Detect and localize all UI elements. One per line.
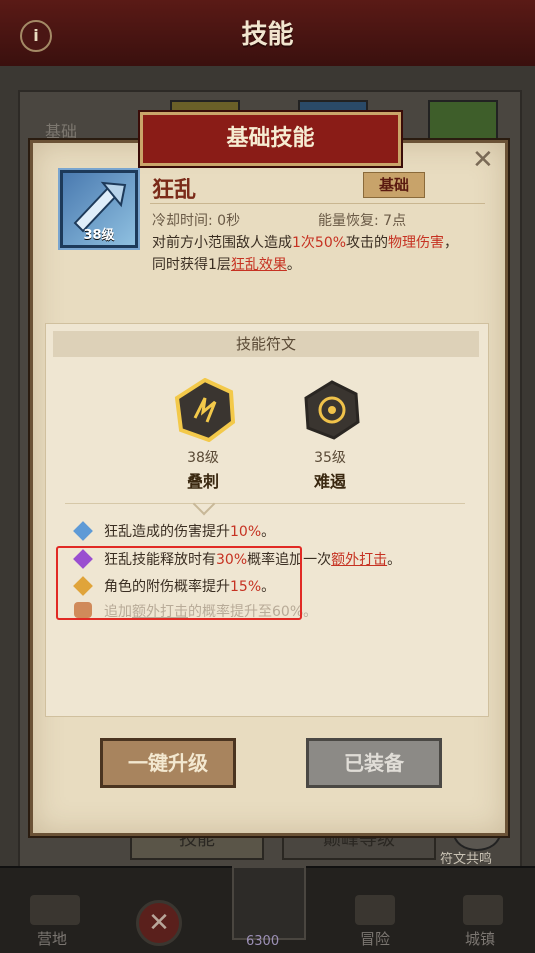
- modal-close-icon[interactable]: ✕: [472, 145, 494, 175]
- rune-2-level: 35级: [314, 450, 346, 466]
- skill-name: 狂乱: [152, 178, 197, 203]
- skill-level: 38级: [83, 228, 115, 243]
- rune-resonance-label: 符文共鸣: [440, 852, 493, 867]
- info-icon[interactable]: i: [20, 20, 52, 52]
- rune-heading: 技能符文: [53, 331, 479, 357]
- central-skill-icon[interactable]: [232, 866, 306, 940]
- skill-type-badge: 基础: [363, 172, 425, 198]
- close-icon[interactable]: ✕: [136, 900, 182, 946]
- divider: [65, 503, 465, 504]
- rune-1-icon: [174, 377, 236, 443]
- rune-2[interactable]: [300, 378, 360, 440]
- top-bar: 技能: [0, 0, 535, 69]
- equipped-button[interactable]: 已装备: [306, 738, 442, 788]
- skill-cooldown: 冷却时间: 0秒: [152, 213, 241, 229]
- skill-energy: 能量恢复: 7点: [318, 213, 407, 229]
- rune-panel: [45, 323, 489, 717]
- skill-description: 对前方小范围敌人造成1次50%攻击的物理伤害，同时获得1层狂乱效果。: [152, 235, 459, 273]
- nav-adventure[interactable]: 冒险: [360, 928, 390, 949]
- nav-camp[interactable]: 营地: [37, 928, 67, 949]
- rune-2-name: 难遏: [313, 472, 346, 491]
- bg-tab-base[interactable]: 基础: [45, 118, 77, 142]
- frenzy-effect-link[interactable]: 狂乱效果: [231, 257, 287, 273]
- modal-banner: 基础技能: [140, 112, 401, 166]
- camp-icon[interactable]: [30, 895, 80, 925]
- skill-icon: 38级: [60, 170, 138, 248]
- divider: [150, 203, 485, 204]
- rune-2-icon: [304, 380, 360, 440]
- highlight-box: [56, 546, 302, 620]
- town-icon[interactable]: [463, 895, 503, 925]
- bg-skill-slot-3[interactable]: [428, 100, 498, 144]
- nav-town[interactable]: 城镇: [465, 928, 495, 949]
- adventure-icon[interactable]: [355, 895, 395, 925]
- currency-amount: 6300: [246, 934, 280, 949]
- rune-1[interactable]: [173, 377, 236, 443]
- modal-title: 基础技能: [226, 126, 315, 151]
- extra-strike-link[interactable]: 额外打击: [331, 552, 387, 568]
- rune-1-level: 38级: [187, 450, 219, 466]
- effect-line-1: 狂乱造成的伤害提升10%。: [104, 524, 276, 540]
- rune-1-name: 叠刺: [186, 472, 219, 491]
- one-key-upgrade-button[interactable]: 一键升级: [100, 738, 236, 788]
- page-title: 技能: [241, 20, 294, 50]
